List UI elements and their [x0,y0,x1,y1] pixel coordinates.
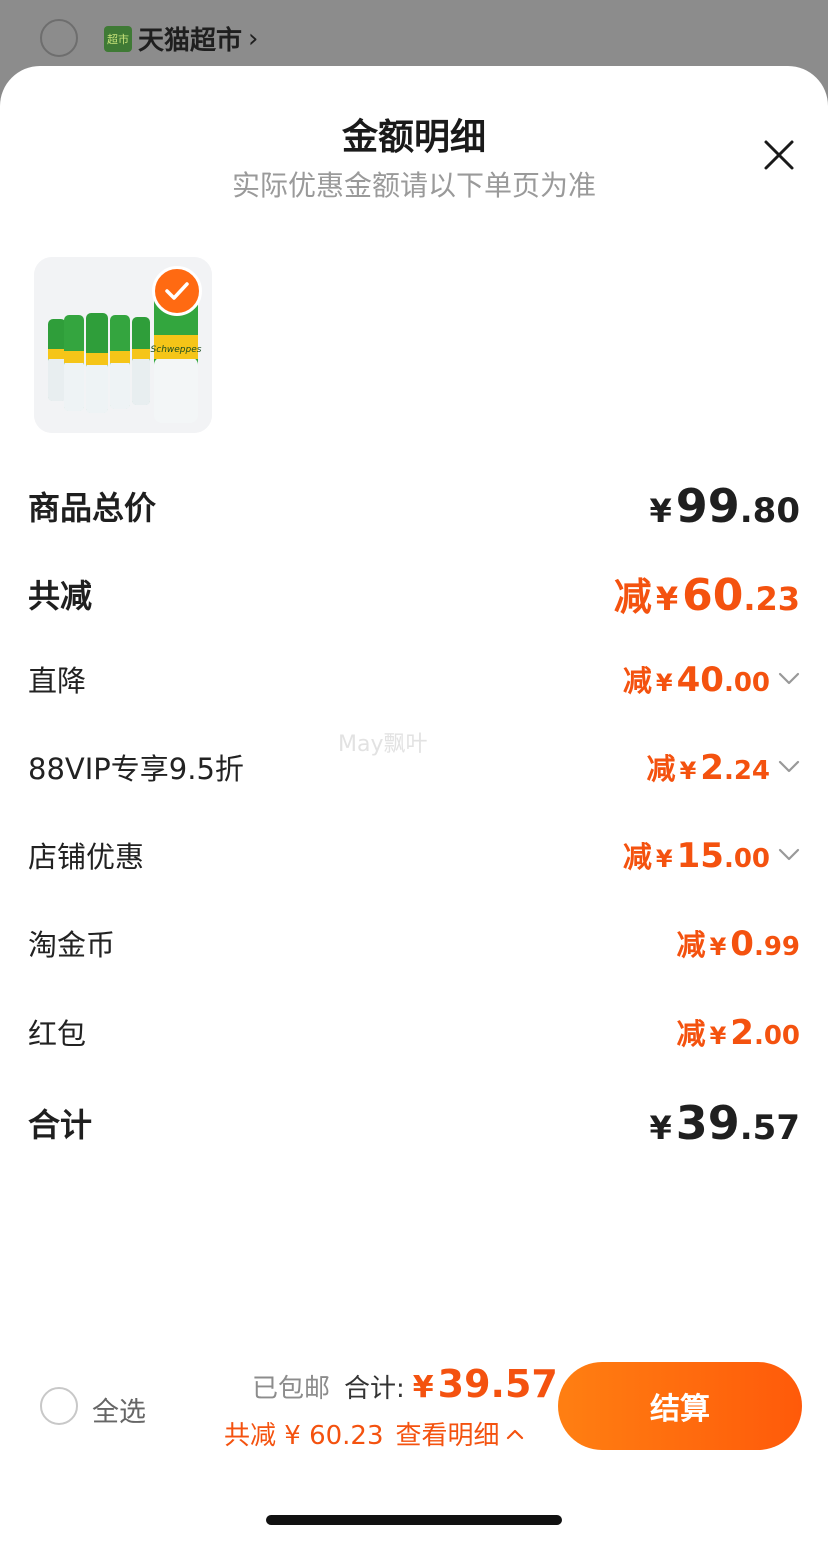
total-row: 合计 ¥ 39 .57 [28,1096,800,1150]
currency-symbol: ¥ [655,580,679,618]
selected-check-icon[interactable] [152,266,202,316]
checkout-button[interactable]: 结算 [558,1362,802,1450]
amount-decimal: .80 [739,491,800,531]
watermark-text: May飘叶 [338,732,428,757]
currency-symbol: ¥ [709,933,727,961]
chevron-down-icon[interactable] [778,760,800,774]
amount-decimal: .24 [723,756,770,786]
amount-decimal: .00 [753,1021,800,1051]
amount-integer: 39 [675,1096,740,1150]
minus-prefix: 减 [676,928,706,962]
footer-discount-text: 共减 ¥ 60.23 [224,1421,384,1451]
store-name: 天猫超市 [138,26,243,56]
minus-prefix: 减 [613,575,652,619]
total-discount-label: 共减 [28,576,93,615]
amount-detail-sheet: 金额明细 实际优惠金额请以下单页为准 Schweppes 商品总价 ¥ 99 .… [0,66,828,1541]
store-select-radio[interactable] [40,19,78,57]
footer-total-label: 合计: [344,1374,405,1404]
free-shipping-label: 已包邮 [252,1374,331,1404]
total-label: 合计 [28,1106,93,1144]
amount-decimal: .23 [743,580,800,618]
direct-discount-label: 直降 [28,664,87,698]
store-discount-row[interactable]: 店铺优惠 减 ¥ 15 .00 [28,834,800,876]
amount-decimal: .00 [723,844,770,874]
redpacket-discount-row: 红包 减 ¥ 2 .00 [28,1011,800,1053]
subtotal-row: 商品总价 ¥ 99 .80 [28,479,800,533]
vip-discount-amount: 减 ¥ 2 .24 [647,746,800,788]
store-discount-amount: 减 ¥ 15 .00 [623,834,800,876]
total-discount-row: 共减 减 ¥ 60 .23 [28,566,800,621]
schweppes-label: Schweppes [151,345,202,355]
footer-currency-symbol: ¥ [412,1370,434,1405]
amount-integer: 40 [676,660,724,700]
chevron-down-icon[interactable] [778,848,800,862]
minus-prefix: 减 [622,840,652,874]
currency-symbol: ¥ [679,757,697,785]
subtotal-amount: ¥ 99 .80 [649,479,800,533]
store-discount-label: 店铺优惠 [28,840,145,874]
select-all-radio[interactable] [40,1387,78,1425]
sheet-subtitle: 实际优惠金额请以下单页为准 [231,169,596,202]
redpacket-discount-label: 红包 [28,1017,87,1051]
footer-total: 已包邮 合计: ¥ 39.57 [252,1362,558,1406]
view-details-link[interactable]: 查看明细 [396,1415,500,1452]
close-icon[interactable] [758,134,800,176]
currency-symbol: ¥ [649,1109,672,1147]
amount-decimal: .00 [723,668,770,698]
amount-decimal: .57 [739,1108,800,1148]
chevron-down-icon[interactable] [778,672,800,686]
footer-total-value: 39.57 [437,1362,558,1406]
direct-discount-row[interactable]: 直降 减 ¥ 40 .00 [28,658,800,700]
currency-symbol: ¥ [649,492,672,530]
select-all-label[interactable]: 全选 [92,1390,146,1429]
subtotal-label: 商品总价 [28,489,157,527]
coins-discount-amount: 减 ¥ 0 .99 [677,922,800,964]
vip-discount-label: 88VIP专享9.5折 [28,752,244,786]
total-discount-amount: 减 ¥ 60 .23 [614,566,800,621]
tmall-supermarket-icon: 超市 [104,25,132,52]
home-indicator[interactable] [266,1515,562,1525]
minus-prefix: 减 [622,664,652,698]
currency-symbol: ¥ [709,1022,727,1050]
amount-decimal: .99 [753,932,800,962]
footer-discount-summary[interactable]: 共减 ¥ 60.23 查看明细 [224,1415,524,1452]
coins-discount-label: 淘金币 [28,928,116,962]
direct-discount-amount: 减 ¥ 40 .00 [623,658,800,700]
chevron-right-icon: › [248,23,259,54]
minus-prefix: 减 [646,752,676,786]
sheet-title: 金额明细 [341,117,486,158]
redpacket-discount-amount: 减 ¥ 2 .00 [677,1011,800,1053]
amount-integer: 99 [675,479,740,533]
amount-integer: 60 [682,570,744,621]
amount-integer: 15 [676,836,724,876]
currency-symbol: ¥ [655,845,673,873]
store-link[interactable]: 超市 天猫超市 › [104,20,258,57]
minus-prefix: 减 [676,1017,706,1051]
currency-symbol: ¥ [655,669,673,697]
amount-integer: 2 [700,748,724,788]
chevron-up-icon[interactable] [506,1428,524,1440]
amount-integer: 0 [730,924,754,964]
total-amount: ¥ 39 .57 [649,1096,800,1150]
amount-integer: 2 [730,1013,754,1053]
coins-discount-row: 淘金币 减 ¥ 0 .99 [28,922,800,964]
